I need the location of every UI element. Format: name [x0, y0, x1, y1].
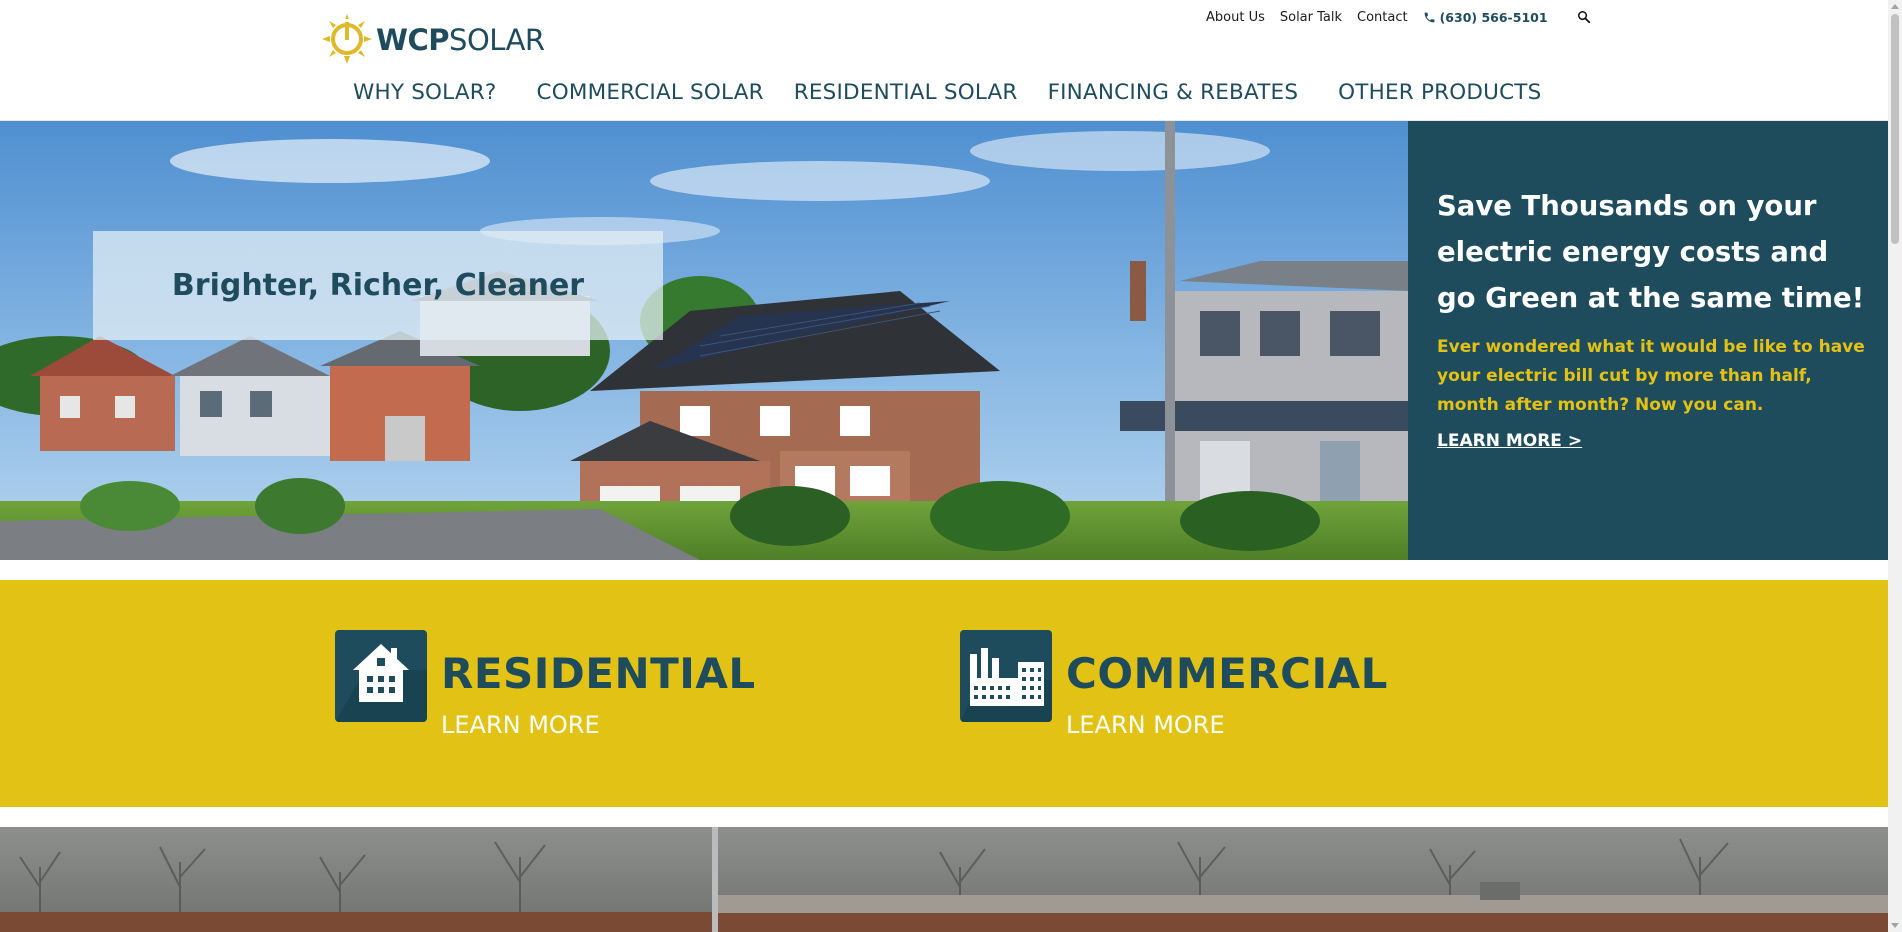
nav-about-us[interactable]: About Us: [1206, 10, 1265, 25]
site-logo[interactable]: WCPSOLAR: [320, 12, 545, 66]
utility-nav: About Us Solar Talk Contact (630) 566-51…: [1206, 9, 1592, 25]
commercial-icon-tile: [960, 630, 1052, 722]
residential-icon-tile: [335, 630, 427, 722]
phone-icon: [1424, 12, 1434, 22]
commercial-learn-more-link[interactable]: LEARN MORE: [1066, 711, 1388, 739]
residential-title: RESIDENTIAL: [441, 649, 756, 698]
nav-solar-talk[interactable]: Solar Talk: [1280, 10, 1342, 25]
residential-card[interactable]: RESIDENTIAL LEARN MORE: [335, 630, 756, 739]
hero-learn-more-link[interactable]: LEARN MORE >: [1437, 431, 1582, 451]
nav-why-solar[interactable]: WHY SOLAR?: [353, 80, 497, 105]
hero-tagline-box: Brighter, Richer, Cleaner: [93, 231, 663, 340]
main-nav: WHY SOLAR? COMMERCIAL SOLAR RESIDENTIAL …: [353, 80, 1541, 105]
commercial-title: COMMERCIAL: [1066, 649, 1388, 698]
nav-contact[interactable]: Contact: [1357, 10, 1408, 25]
phone-link[interactable]: (630) 566-5101: [1423, 10, 1548, 25]
search-icon: [1577, 10, 1590, 24]
residential-learn-more-link[interactable]: LEARN MORE: [441, 711, 756, 739]
hero-subheading: Ever wondered what it would be like to h…: [1437, 337, 1865, 415]
hero-tagline: Brighter, Richer, Cleaner: [171, 268, 585, 303]
sun-logo-icon: [322, 14, 372, 64]
commercial-building-image: [0, 827, 1888, 932]
scroll-thumb[interactable]: [1891, 14, 1899, 244]
hero-image-houses: [0, 121, 1408, 560]
nav-commercial-solar[interactable]: COMMERCIAL SOLAR: [537, 80, 764, 105]
nav-financing-rebates[interactable]: FINANCING & REBATES: [1048, 80, 1299, 105]
nav-other-products[interactable]: OTHER PRODUCTS: [1338, 80, 1541, 105]
scroll-up-arrow-icon[interactable]: [1891, 4, 1899, 9]
scroll-down-arrow-icon[interactable]: [1891, 923, 1899, 928]
logo-wordmark-light: SOLAR: [449, 22, 545, 57]
nav-residential-solar[interactable]: RESIDENTIAL SOLAR: [794, 80, 1018, 105]
hero-promo-panel: Save Thousands on your electric energy c…: [1408, 121, 1888, 560]
factory-icon: [960, 648, 1052, 722]
phone-number: (630) 566-5101: [1439, 9, 1548, 25]
commercial-card[interactable]: COMMERCIAL LEARN MORE: [960, 630, 1388, 739]
site-header: WCPSOLAR About Us Solar Talk Contact (63…: [0, 0, 1888, 121]
hero-heading: Save Thousands on your electric energy c…: [1437, 190, 1865, 314]
house-icon: [335, 644, 427, 722]
logo-wordmark-bold: WCP: [376, 22, 450, 57]
search-button[interactable]: [1576, 9, 1592, 25]
segments-band: RESIDENTIAL LEARN MORE COMMERCIAL LEARN …: [0, 580, 1888, 807]
page-scrollbar[interactable]: [1888, 0, 1902, 932]
